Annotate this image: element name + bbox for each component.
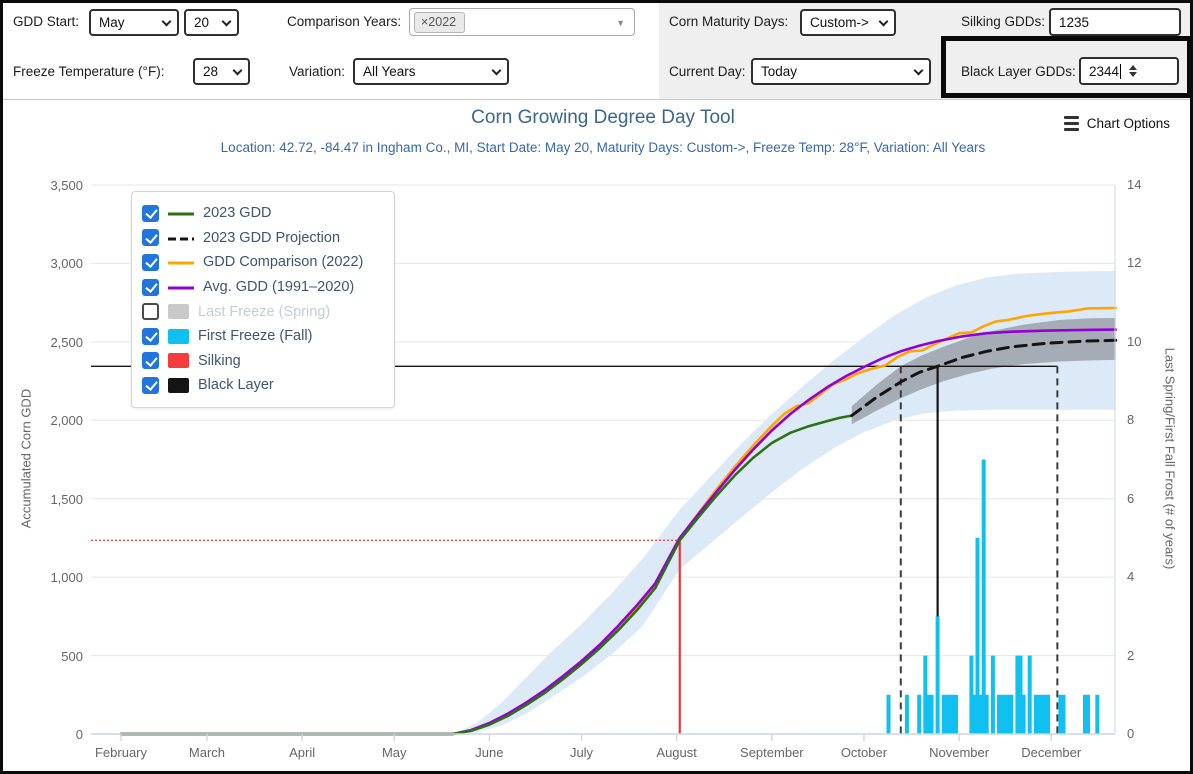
legend-item-label: Last Freeze (Spring) [198, 304, 330, 320]
legend-swatch-icon [168, 253, 194, 271]
right-axis-tick-label: 0 [1127, 726, 1134, 741]
checkbox-unchecked-icon[interactable] [142, 303, 159, 320]
right-axis-tick-label: 14 [1127, 177, 1141, 192]
month-tick-label: March [152, 745, 262, 760]
month-tick-label: May [339, 745, 449, 760]
chart-legend: 2023 GDD 2023 GDD Projection GDD Compariso… [131, 191, 395, 408]
month-tick-label: December [996, 745, 1106, 760]
left-axis-tick-label: 3,000 [21, 256, 83, 271]
legend-swatch-icon [168, 204, 194, 222]
checkbox-checked-icon[interactable] [142, 279, 159, 296]
legend-swatch-icon [168, 329, 189, 344]
legend-item-label: First Freeze (Fall) [198, 328, 312, 344]
checkbox-checked-icon[interactable] [142, 205, 159, 222]
left-axis-tick-label: 1,500 [21, 492, 83, 507]
legend-swatch-icon [168, 278, 194, 296]
left-axis-tick-label: 2,000 [21, 413, 83, 428]
legend-swatch-icon [168, 229, 194, 247]
left-axis-tick-label: 3,500 [21, 178, 83, 193]
right-axis-tick-label: 8 [1127, 412, 1134, 427]
checkbox-checked-icon[interactable] [142, 229, 159, 246]
legend-item-label: Black Layer [198, 377, 274, 393]
left-axis-tick-label: 0 [21, 727, 83, 742]
checkbox-checked-icon[interactable] [142, 328, 159, 345]
legend-item[interactable]: Black Layer [142, 373, 384, 398]
right-axis-title: Last Spring/First Fall Frost (# of years… [1163, 314, 1178, 604]
legend-item[interactable]: First Freeze (Fall) [142, 324, 384, 349]
legend-item-label: Avg. GDD (1991–2020) [203, 279, 354, 295]
left-axis-tick-label: 500 [21, 649, 83, 664]
legend-item[interactable]: GDD Comparison (2022) [142, 250, 384, 275]
month-tick-label: October [809, 745, 919, 760]
right-axis-tick-label: 6 [1127, 491, 1134, 506]
checkbox-checked-icon[interactable] [142, 254, 159, 271]
legend-item[interactable]: 2023 GDD [142, 201, 384, 226]
legend-item[interactable]: 2023 GDD Projection [142, 226, 384, 251]
left-axis-title: Accumulated Corn GDD [19, 374, 34, 544]
legend-item-label: Silking [198, 353, 241, 369]
left-axis-tick-label: 1,000 [21, 570, 83, 585]
month-tick-label: August [622, 745, 732, 760]
legend-item-label: 2023 GDD Projection [203, 230, 340, 246]
right-axis-tick-label: 12 [1127, 255, 1141, 270]
app-window: GDD Start: May 20 Comparison Years: ×202… [0, 0, 1193, 774]
legend-swatch-icon [168, 304, 189, 319]
right-axis-tick-label: 10 [1127, 334, 1141, 349]
right-axis-tick-label: 2 [1127, 648, 1134, 663]
legend-item-label: GDD Comparison (2022) [203, 254, 363, 270]
checkbox-checked-icon[interactable] [142, 377, 159, 394]
month-tick-label: July [527, 745, 637, 760]
left-axis-tick-label: 2,500 [21, 335, 83, 350]
legend-item[interactable]: Last Freeze (Spring) [142, 299, 384, 324]
legend-item[interactable]: Silking [142, 349, 384, 374]
right-axis-tick-label: 4 [1127, 569, 1134, 584]
checkbox-checked-icon[interactable] [142, 352, 159, 369]
legend-swatch-icon [168, 353, 189, 368]
legend-item[interactable]: Avg. GDD (1991–2020) [142, 275, 384, 300]
legend-swatch-icon [168, 378, 189, 393]
legend-item-label: 2023 GDD [203, 205, 272, 221]
